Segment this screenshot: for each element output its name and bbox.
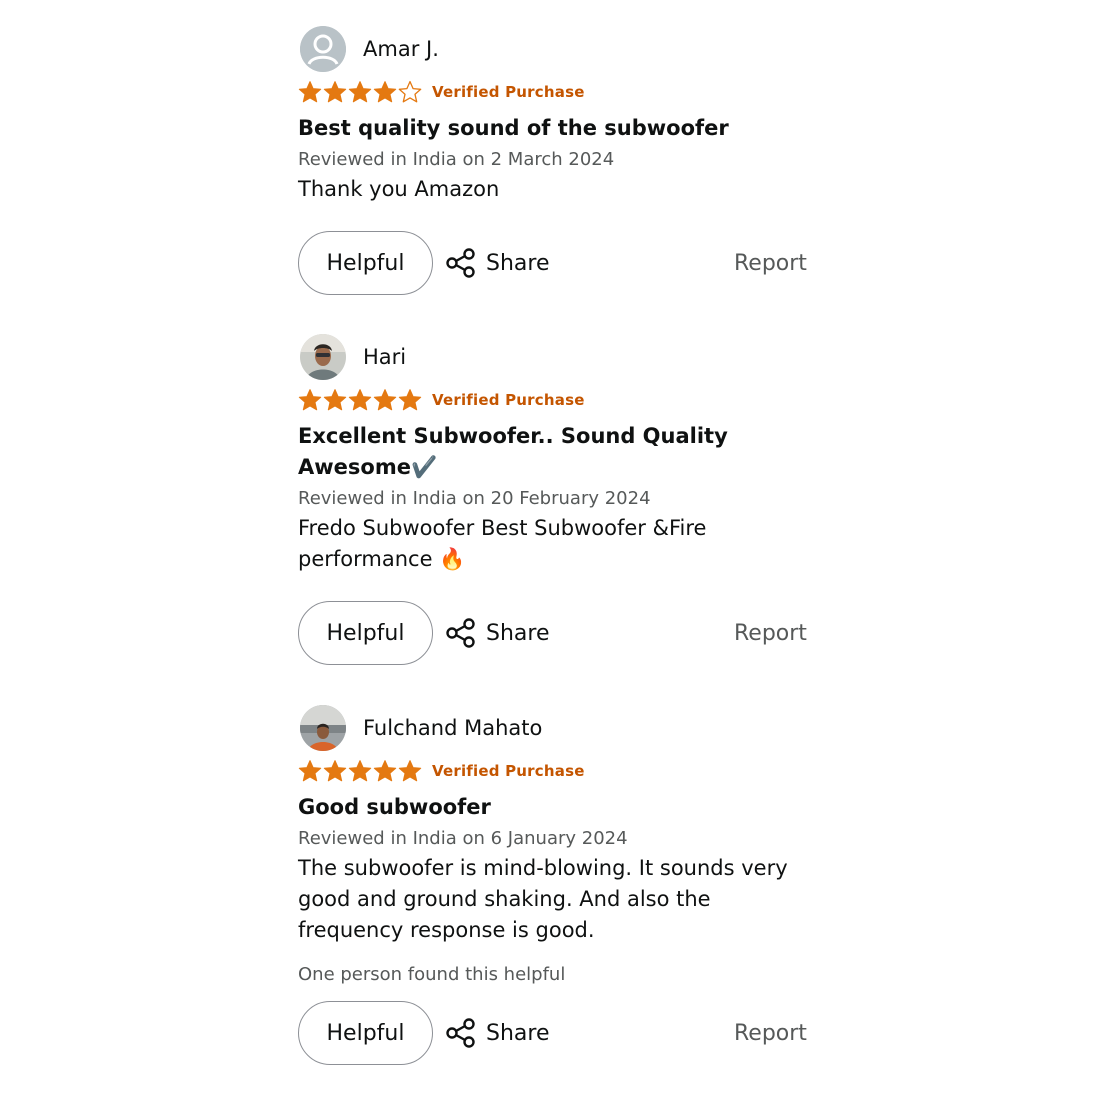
avatar [300, 26, 346, 72]
user-photo [300, 334, 346, 380]
review-body: Thank you Amazon [298, 177, 500, 201]
review-title[interactable]: Good subwoofer [298, 792, 818, 823]
verified-purchase-badge: Verified Purchase [432, 83, 585, 101]
reviewer-name: Hari [363, 345, 407, 369]
share-label: Share [486, 250, 550, 276]
review-body: Fredo Subwoofer Best Subwoofer &Fire per… [298, 516, 707, 571]
star-filled-icon [398, 389, 422, 411]
helpful-count-text: One person found this helpful [298, 964, 566, 985]
review-date: Reviewed in India on 2 March 2024 [298, 149, 615, 170]
star-filled-icon [398, 760, 422, 782]
helpful-button[interactable]: Helpful [298, 601, 433, 665]
reviewer-profile[interactable]: Hari [300, 334, 818, 380]
verified-purchase-badge: Verified Purchase [432, 762, 585, 780]
avatar [300, 334, 346, 380]
avatar [300, 705, 346, 751]
star-filled-icon [373, 389, 397, 411]
review-card: Fulchand Mahato Verified Purchase Good s… [298, 705, 818, 1066]
share-button[interactable]: Share [445, 617, 550, 649]
share-label: Share [486, 620, 550, 646]
share-label: Share [486, 1020, 550, 1046]
review-actions: Helpful Share Report [298, 230, 818, 296]
star-filled-icon [298, 389, 322, 411]
review-date: Reviewed in India on 6 January 2024 [298, 828, 628, 849]
star-filled-icon [348, 81, 372, 103]
review-date: Reviewed in India on 20 February 2024 [298, 488, 651, 509]
report-link[interactable]: Report [734, 1021, 807, 1046]
helpful-button[interactable]: Helpful [298, 231, 433, 295]
star-filled-icon [373, 760, 397, 782]
review-actions: Helpful Share Report [298, 1000, 818, 1066]
report-link[interactable]: Report [734, 621, 807, 646]
star-filled-icon [298, 760, 322, 782]
reviewer-profile[interactable]: Fulchand Mahato [300, 705, 818, 751]
star-rating [298, 80, 422, 104]
review-card: Hari Verified Purchase Excellent Subwoof… [298, 334, 818, 666]
review-title[interactable]: Best quality sound of the subwoofer [298, 113, 818, 144]
rating-row[interactable]: Verified Purchase [298, 758, 818, 784]
star-filled-icon [298, 81, 322, 103]
star-rating [298, 388, 422, 412]
share-icon [446, 1018, 475, 1048]
star-empty-icon [398, 80, 422, 103]
star-filled-icon [323, 389, 347, 411]
star-filled-icon [373, 81, 397, 103]
share-icon [446, 618, 475, 648]
reviewer-name: Fulchand Mahato [363, 716, 543, 740]
star-filled-icon [323, 81, 347, 103]
verified-purchase-badge: Verified Purchase [432, 391, 585, 409]
reviewer-profile[interactable]: Amar J. [300, 26, 818, 72]
review-body: The subwoofer is mind-blowing. It sounds… [298, 856, 788, 942]
rating-row[interactable]: Verified Purchase [298, 387, 818, 413]
report-link[interactable]: Report [734, 251, 807, 276]
rating-row[interactable]: Verified Purchase [298, 79, 818, 105]
share-button[interactable]: Share [445, 247, 550, 279]
star-filled-icon [348, 760, 372, 782]
star-filled-icon [323, 760, 347, 782]
star-filled-icon [348, 389, 372, 411]
share-icon [446, 248, 475, 278]
review-card: Amar J. Verified Purchase Best quality s… [298, 26, 818, 296]
share-button[interactable]: Share [445, 1017, 550, 1049]
default-profile-icon [300, 26, 346, 72]
review-actions: Helpful Share Report [298, 600, 818, 666]
helpful-button[interactable]: Helpful [298, 1001, 433, 1065]
star-rating [298, 759, 422, 783]
user-photo [300, 705, 346, 751]
review-title[interactable]: Excellent Subwoofer.. Sound Quality Awes… [298, 421, 818, 483]
reviewer-name: Amar J. [363, 37, 439, 61]
